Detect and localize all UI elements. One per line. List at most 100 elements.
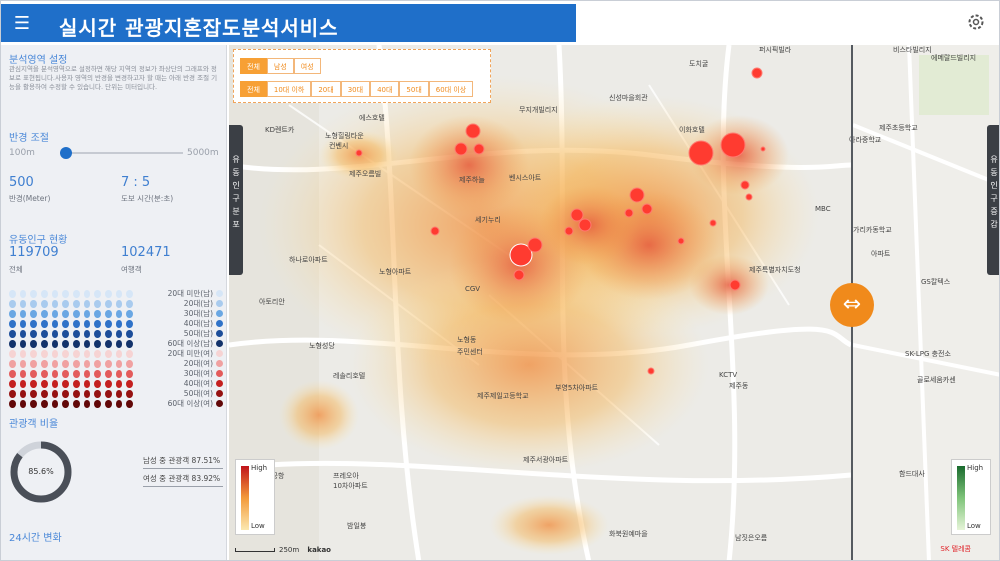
map-view[interactable]: 퍼시픽빌라 도치굴 신성마을회관 이화호텔 에스호텔 KD렌트카 노형힐링타운 컨벤시 제주오름… [229, 45, 999, 560]
population-dot [30, 310, 38, 318]
sidebar: 분석영역 설정 관심지역을 분석영역으로 설정하면 해당 지역의 정보가 좌상단… [1, 45, 227, 560]
population-dot [94, 300, 102, 308]
population-dot [9, 370, 16, 378]
population-dot [105, 340, 112, 348]
map-place-label: 제주초등학교 [879, 124, 918, 132]
hamburger-icon[interactable]: ☰ [11, 14, 33, 34]
population-dot [19, 330, 27, 338]
tab-population-distribution[interactable]: 유동인구분포 [229, 125, 243, 275]
population-dot [105, 320, 112, 328]
population-dot [126, 360, 134, 368]
population-dot [105, 290, 112, 298]
population-dot [51, 350, 59, 358]
population-dot [19, 370, 27, 378]
population-dot [19, 360, 27, 368]
tourist-ratio-title: 관광객 비율 [9, 419, 59, 430]
population-dot [126, 390, 134, 398]
change-legend-bar [957, 466, 965, 530]
map-place-label: 비스타빌리지 [893, 46, 932, 54]
age-chip[interactable]: 전체 [240, 81, 267, 97]
age-chip[interactable]: 40대 [370, 81, 400, 97]
population-dot [30, 320, 38, 328]
gender-filter: 전체 남성 여성 [240, 58, 321, 74]
population-dot [83, 320, 91, 328]
legend-item: 20대 미만(여) [151, 348, 223, 358]
age-chip[interactable]: 50대 [399, 81, 429, 97]
population-dot [9, 310, 16, 318]
population-dot [9, 300, 16, 308]
population-dot [126, 290, 134, 298]
walk-time-label: 도보 시간(분:초) [121, 194, 174, 203]
population-dot [41, 390, 48, 398]
kakao-logo: kakao [307, 546, 331, 554]
population-dot [126, 310, 134, 318]
population-dot [41, 330, 48, 338]
area-title: 분석영역 설정 [9, 55, 68, 66]
population-dot [73, 390, 80, 398]
map-place-label: 신성마을회관 [609, 94, 648, 102]
map-place-label: CGV [465, 285, 481, 293]
population-dot [41, 360, 48, 368]
population-dot [105, 370, 112, 378]
population-dot [30, 290, 38, 298]
map-place-label: 주민센터 [457, 348, 483, 356]
map-place-label: 에메랄드빌리지 [931, 54, 977, 62]
legend-swatch [216, 309, 223, 317]
dot-row [9, 370, 134, 380]
right-tab-label: 유동인구증감 [990, 155, 998, 229]
map-place-label: KCTV [719, 371, 738, 379]
population-dot [51, 370, 59, 378]
population-dot [51, 390, 59, 398]
radius-value-label: 반경(Meter) [9, 194, 51, 203]
legend-swatch [216, 369, 223, 377]
heat-legend-right: High Low [951, 459, 991, 535]
population-dot [83, 370, 91, 378]
population-title: 유동인구 현황 [9, 235, 68, 246]
left-right-arrow-icon[interactable]: ⇔ [830, 283, 874, 327]
map-place-label: 밤일봉 [347, 522, 367, 530]
age-chip[interactable]: 20대 [311, 81, 341, 97]
legend-item: 40대(남) [151, 318, 223, 328]
map-place-label: 제주오름빌 [349, 170, 382, 178]
age-chip[interactable]: 10대 이하 [266, 81, 312, 97]
age-chip[interactable]: 30대 [340, 81, 371, 97]
gear-icon[interactable] [967, 13, 985, 31]
dot-row [9, 350, 134, 360]
dot-row [9, 310, 134, 320]
population-dot [62, 290, 70, 298]
population-dot [62, 380, 70, 388]
population-dot [9, 400, 16, 408]
population-dot [83, 400, 91, 408]
radius-slider[interactable] [59, 147, 183, 159]
gender-chip[interactable]: 남성 [266, 58, 294, 74]
left-tab-label: 유동인구분포 [232, 155, 240, 229]
population-dot [51, 360, 59, 368]
population-dot [30, 300, 38, 308]
map-place-label: 제주서광아파트 [523, 456, 569, 464]
population-dot [115, 360, 123, 368]
population-dot [94, 340, 102, 348]
dot-row [9, 330, 134, 340]
population-dot [41, 320, 48, 328]
population-dot [62, 370, 70, 378]
male-tourist-ratio: 남성 중 관광객 87.51% [143, 455, 223, 469]
gender-chip[interactable]: 전체 [240, 58, 267, 74]
gender-chip[interactable]: 여성 [293, 58, 321, 74]
population-dot [41, 290, 48, 298]
age-filter: 전체 10대 이하 20대 30대 40대 50대 60대 이상 [240, 81, 474, 97]
legend-swatch [216, 289, 223, 297]
population-dot [115, 400, 123, 408]
population-dot [126, 340, 134, 348]
map-place-label: 골로세움카센 [917, 376, 956, 384]
population-dot [30, 350, 38, 358]
radius-slider-knob[interactable] [59, 147, 72, 159]
population-dot [105, 380, 112, 388]
age-chip[interactable]: 60대 이상 [428, 81, 474, 97]
population-dot [94, 380, 102, 388]
map-place-label: 아라중학교 [849, 136, 882, 144]
population-dot [41, 340, 48, 348]
population-dot [126, 370, 134, 378]
legend-item: 30대(남) [151, 308, 223, 318]
legend-item: 20대(여) [151, 358, 223, 368]
tab-population-change[interactable]: 유동인구증감 [987, 125, 999, 275]
